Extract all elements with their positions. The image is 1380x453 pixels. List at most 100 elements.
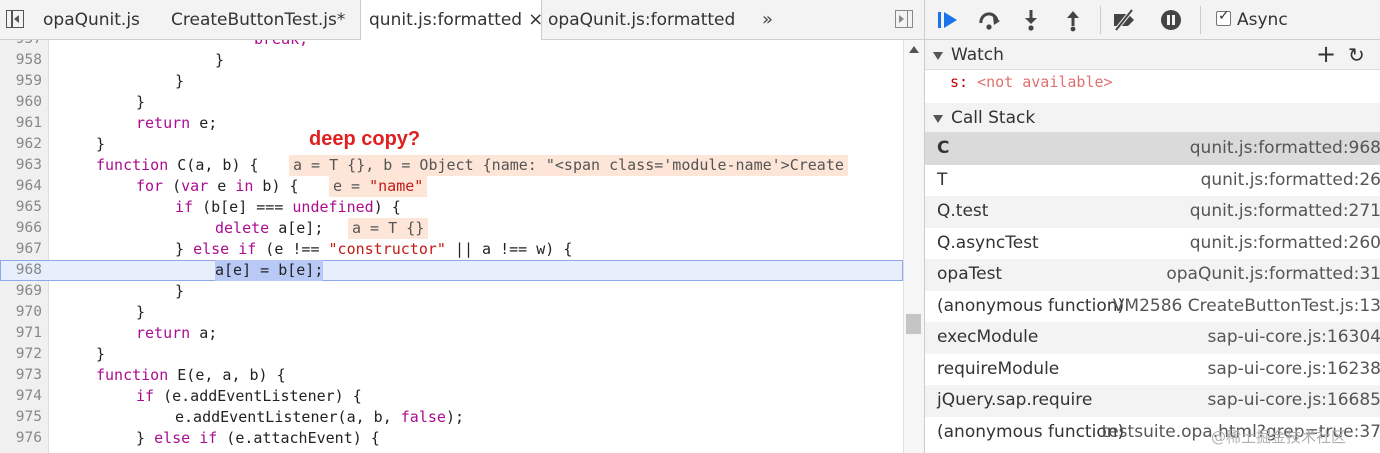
deactivate-breakpoints-icon[interactable] [1112,8,1136,32]
call-frame[interactable]: (anonymous function) VM2586 CreateButtonT… [925,291,1380,323]
line-number: 972 [15,346,42,362]
code-text: a[e] = b[e]; [215,260,324,281]
code-view[interactable]: 957 break; 958} 959} 960} 961 return e; 96… [0,40,903,453]
line-number: 961 [15,115,42,131]
scroll-up-icon[interactable] [909,46,919,53]
code-line[interactable]: 973 function E(e, a, b) { [0,365,903,386]
tab-opaqunit-formatted[interactable]: opaQunit.js:formatted [548,0,735,40]
frame-location[interactable]: qunit.js:formatted:26 [1201,165,1380,197]
code-text: if (e.addEventListener) { [136,387,362,405]
line-number: 958 [15,52,42,68]
scroll-thumb[interactable] [906,314,921,334]
code-text: } [175,72,185,90]
step-into-icon[interactable] [1019,8,1043,32]
line-number: 962 [15,136,42,152]
editor-scrollbar[interactable] [903,40,924,453]
current-execution-line[interactable]: 968 a[e] = b[e]; [0,260,903,281]
call-frame[interactable]: opaTest opaQunit.js:formatted:31 [925,259,1380,291]
line-number: 965 [15,199,42,215]
frame-location[interactable]: opaQunit.js:formatted:31 [1166,259,1380,291]
tab-qunit-formatted[interactable]: qunit.js:formatted × [360,0,543,40]
code-line[interactable]: 962} [0,134,903,155]
step-out-icon[interactable] [1061,8,1085,32]
code-text: delete a[e]; [215,219,324,237]
add-watch-icon[interactable]: + [1316,39,1336,69]
call-frame[interactable]: execModule sap-ui-core.js:16304 [925,322,1380,354]
code-line[interactable]: 970} [0,302,903,323]
editor-tab-bar: opaQunit.js CreateButtonTest.js* qunit.j… [0,0,924,40]
code-line[interactable]: 974 if (e.addEventListener) { [0,386,903,407]
expand-triangle-icon [933,52,943,60]
code-line[interactable]: 957 break; [0,40,903,50]
tab-opaqunit[interactable]: opaQunit.js [43,0,140,40]
toolbar-separator [1200,6,1201,34]
call-frame[interactable]: Q.asyncTest qunit.js:formatted:260 [925,228,1380,260]
frame-function: Q.asyncTest [937,232,1039,253]
watch-expression-value: <not available> [977,73,1113,91]
tab-label: opaQunit.js:formatted [548,10,736,30]
resume-icon[interactable] [935,8,959,32]
frame-function: Q.test [937,201,989,221]
frame-function: T [937,169,948,190]
frame-function: requireModule [937,358,1060,379]
tab-createbuttontest[interactable]: CreateButtonTest.js* [171,0,345,40]
code-line[interactable]: 961 return e; [0,113,903,134]
frame-location[interactable]: qunit.js:formatted:260 [1190,228,1380,260]
line-number: 975 [15,409,42,425]
async-label: Async [1237,10,1288,30]
call-frame[interactable]: jQuery.sap.require sap-ui-core.js:16685 [925,385,1380,417]
toggle-debugger-icon[interactable] [895,10,913,28]
call-frame[interactable]: requireModule sap-ui-core.js:16238 [925,354,1380,386]
frame-location[interactable]: sap-ui-core.js:16238 [1208,354,1380,386]
code-text: e.addEventListener(a, b, false); [175,408,464,426]
more-tabs-icon[interactable]: » [762,0,773,40]
call-frame[interactable]: Tqunit.js:formatted:26 [925,165,1380,197]
code-line[interactable]: 976} else if (e.attachEvent) { [0,428,903,449]
inline-value: a = T {}, b = Object {name: "<span class… [289,155,848,176]
async-checkbox[interactable] [1216,8,1231,26]
code-text: } [136,93,146,111]
call-frame[interactable]: Cqunit.js:formatted:968 [925,133,1380,165]
code-line[interactable]: 964 for (var e in b) {e = "name" [0,176,903,197]
watch-expression[interactable]: s: <not available> [950,73,1113,91]
code-line[interactable]: 969} [0,281,903,302]
frame-function: opaTest [937,264,1003,284]
close-icon[interactable]: × [528,9,543,30]
code-line[interactable]: 966 delete a[e]; a = T {} [0,218,903,239]
code-line[interactable]: 959} [0,71,903,92]
call-stack-list: Cqunit.js:formatted:968 Tqunit.js:format… [925,133,1380,448]
frame-location[interactable]: qunit.js:formatted:271 [1190,196,1380,228]
code-line[interactable]: 967} else if (e !== "constructor" || a !… [0,239,903,260]
code-line[interactable]: 960} [0,92,903,113]
code-line[interactable]: 971 return a; [0,323,903,344]
line-number: 974 [15,388,42,404]
code-line[interactable]: 958} [0,50,903,71]
frame-location[interactable]: VM2586 CreateButtonTest.js:13 [1113,291,1380,323]
pause-on-exceptions-icon[interactable] [1159,8,1183,32]
expand-triangle-icon [933,115,943,123]
watch-title: Watch [951,45,1004,65]
watch-section-header[interactable]: Watch + ↻ [925,40,1380,70]
code-line[interactable]: 975 e.addEventListener(a, b, false); [0,407,903,428]
line-number: 963 [15,157,42,173]
code-text: } [136,303,146,321]
code-text: function E(e, a, b) { [96,366,286,384]
frame-location[interactable]: sap-ui-core.js:16685 [1208,385,1380,417]
code-text: } else if (e !== "constructor" || a !== … [175,240,573,258]
step-over-icon[interactable] [977,8,1001,32]
code-text: break; [254,40,308,48]
call-stack-section-header[interactable]: Call Stack [925,103,1380,133]
frame-location[interactable]: qunit.js:formatted:968 [1190,133,1380,165]
frame-location[interactable]: sap-ui-core.js:16304 [1208,322,1380,354]
line-number: 973 [15,367,42,383]
toggle-navigator-icon[interactable] [6,10,24,28]
frame-function: C [937,138,950,158]
watch-expression-name: s: [950,73,969,91]
code-text: if (b[e] === undefined) { [175,198,401,216]
call-frame[interactable]: Q.test qunit.js:formatted:271 [925,196,1380,228]
code-line[interactable]: 965 if (b[e] === undefined) { [0,197,903,218]
code-line[interactable]: 963 function C(a, b) {a = T {}, b = Objec… [0,155,903,176]
line-number: 957 [0,40,42,50]
code-line[interactable]: 972} [0,344,903,365]
refresh-icon[interactable]: ↻ [1348,40,1365,70]
